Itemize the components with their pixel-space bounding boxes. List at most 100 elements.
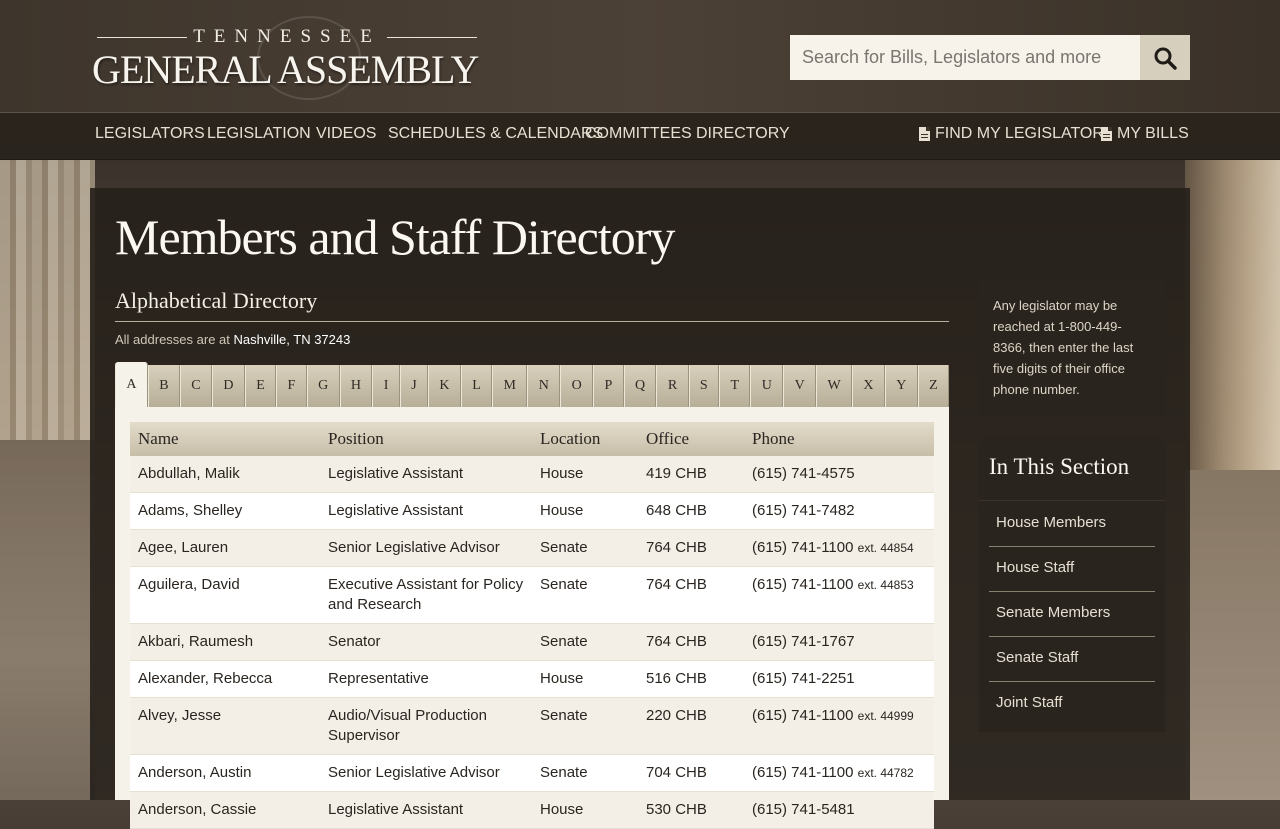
cell-phone: (615) 741-2251 xyxy=(744,660,934,698)
table-header-row: Name Position Location Office Phone xyxy=(130,422,934,456)
letter-tab-l[interactable]: L xyxy=(460,365,493,407)
letter-tab-v[interactable]: V xyxy=(783,365,817,407)
nav-find-my-legislator-label: FIND MY LEGISLATOR xyxy=(935,125,1104,142)
cell-phone: (615) 741-5481 xyxy=(744,791,934,829)
cell-position: Senator xyxy=(320,623,532,661)
nav-legislation[interactable]: LEGISLATION xyxy=(207,125,311,143)
cell-location: Senate xyxy=(532,697,638,755)
letter-tab-x[interactable]: X xyxy=(852,365,885,407)
letter-tab-c[interactable]: C xyxy=(179,365,213,407)
search-bar xyxy=(790,35,1190,80)
letter-tab-y[interactable]: Y xyxy=(884,365,918,407)
letter-tab-z[interactable]: Z xyxy=(917,365,950,407)
phone-number: (615) 741-1100 xyxy=(752,707,854,724)
phone-number: (615) 741-7482 xyxy=(752,502,855,519)
letter-tab-i[interactable]: I xyxy=(372,365,400,407)
cell-location: House xyxy=(532,791,638,829)
letter-tab-p[interactable]: P xyxy=(593,365,624,407)
letter-tab-o[interactable]: O xyxy=(560,365,594,407)
section-link-joint-staff[interactable]: Joint Staff xyxy=(989,682,1155,727)
cell-position: Legislative Assistant xyxy=(320,492,532,530)
phone-number: (615) 741-1100 xyxy=(752,764,854,781)
letter-tab-u[interactable]: U xyxy=(750,365,784,407)
letter-tabs: ABCDEFGHIJKLMNOPQRSTUVWXYZ xyxy=(115,362,950,407)
table-row: Agee, Lauren Senior Legislative Advisor Se… xyxy=(130,529,934,567)
search-icon xyxy=(1154,47,1177,70)
column-header-location[interactable]: Location xyxy=(532,422,638,456)
cell-name: Anderson, Cassie xyxy=(130,791,320,829)
nav-find-my-legislator[interactable]: FIND MY LEGISLATOR xyxy=(919,125,1104,143)
column-header-name[interactable]: Name xyxy=(130,422,320,456)
cell-office: 764 CHB xyxy=(638,566,744,624)
letter-tab-a[interactable]: A xyxy=(115,362,148,407)
section-nav: In This Section House Members House Staf… xyxy=(979,436,1165,732)
nav-legislators[interactable]: LEGISLATORS xyxy=(95,125,205,143)
search-input[interactable] xyxy=(790,35,1140,80)
column-header-position[interactable]: Position xyxy=(320,422,532,456)
letter-tab-f[interactable]: F xyxy=(276,365,307,407)
letter-tab-k[interactable]: K xyxy=(428,365,461,407)
letter-tab-d[interactable]: D xyxy=(212,365,245,407)
address-prefix: All addresses are at xyxy=(115,332,234,347)
cell-location: Senate xyxy=(532,754,638,792)
section-link-house-staff[interactable]: House Staff xyxy=(989,547,1155,592)
letter-tab-r[interactable]: R xyxy=(656,365,689,407)
page-title: Members and Staff Directory xyxy=(115,209,675,265)
letter-tab-w[interactable]: W xyxy=(816,365,853,407)
section-link-house-members[interactable]: House Members xyxy=(989,502,1155,547)
cell-name: Abdullah, Malik xyxy=(130,456,320,493)
table-row: Anderson, Austin Senior Legislative Advis… xyxy=(130,754,934,792)
nav-videos[interactable]: VIDEOS xyxy=(316,125,376,143)
cell-position: Legislative Assistant xyxy=(320,456,532,493)
toll-free-note: Any legislator may be reached at 1-800-4… xyxy=(979,281,1165,415)
nav-schedules-calendars[interactable]: SCHEDULES & CALENDARS xyxy=(388,125,603,143)
address-note: All addresses are at Nashville, TN 37243 xyxy=(115,332,350,347)
letter-tab-h[interactable]: H xyxy=(339,365,373,407)
cell-phone: (615) 741-1100 ext. 44999 xyxy=(744,697,934,755)
cell-office: 648 CHB xyxy=(638,492,744,530)
letter-tab-j[interactable]: J xyxy=(399,365,429,407)
section-link-senate-staff[interactable]: Senate Staff xyxy=(989,637,1155,682)
cell-office: 516 CHB xyxy=(638,660,744,698)
column-header-office[interactable]: Office xyxy=(638,422,744,456)
letter-tab-m[interactable]: M xyxy=(492,365,528,407)
directory-panel: Name Position Location Office Phone Abdu… xyxy=(115,407,949,829)
section-link-senate-members[interactable]: Senate Members xyxy=(989,592,1155,637)
phone-number: (615) 741-1767 xyxy=(752,633,855,650)
cell-name: Adams, Shelley xyxy=(130,492,320,530)
table-row: Abdullah, Malik Legislative Assistant Hous… xyxy=(130,456,934,493)
nav-directory[interactable]: DIRECTORY xyxy=(696,125,790,143)
phone-number: (615) 741-1100 xyxy=(752,539,854,556)
letter-tab-t[interactable]: T xyxy=(719,365,751,407)
cell-office: 220 CHB xyxy=(638,697,744,755)
letter-tab-n[interactable]: N xyxy=(527,365,561,407)
cell-name: Agee, Lauren xyxy=(130,529,320,567)
letter-tab-b[interactable]: B xyxy=(147,365,180,407)
phone-number: (615) 741-1100 xyxy=(752,576,854,593)
letter-tab-q[interactable]: Q xyxy=(623,365,657,407)
column-header-phone[interactable]: Phone xyxy=(744,422,934,456)
cell-office: 419 CHB xyxy=(638,456,744,493)
background-columns-left xyxy=(0,160,95,800)
letter-tab-s[interactable]: S xyxy=(688,365,720,407)
search-button[interactable] xyxy=(1140,35,1190,80)
table-row: Alexander, Rebecca Representative House 516… xyxy=(130,660,934,698)
letter-tab-e[interactable]: E xyxy=(244,365,277,407)
cell-phone: (615) 741-4575 xyxy=(744,456,934,493)
nav-my-bills[interactable]: MY BILLS xyxy=(1101,125,1189,143)
cell-name: Anderson, Austin xyxy=(130,754,320,792)
nav-committees[interactable]: COMMITTEES xyxy=(585,125,692,143)
letter-tab-g[interactable]: G xyxy=(306,365,340,407)
directory-table: Name Position Location Office Phone Abdu… xyxy=(130,422,934,829)
site-logo[interactable]: TENNESSEE GENERAL ASSEMBLY xyxy=(92,16,482,100)
cell-office: 704 CHB xyxy=(638,754,744,792)
cell-phone: (615) 741-1100 ext. 44853 xyxy=(744,566,934,624)
cell-position: Representative xyxy=(320,660,532,698)
address-city: Nashville, TN 37243 xyxy=(233,332,351,347)
cell-location: Senate xyxy=(532,529,638,567)
cell-office: 764 CHB xyxy=(638,623,744,661)
table-row: Aguilera, David Executive Assistant for P… xyxy=(130,566,934,624)
phone-number: (615) 741-5481 xyxy=(752,801,855,818)
cell-phone: (615) 741-1100 ext. 44854 xyxy=(744,529,934,567)
phone-extension: ext. 44999 xyxy=(857,709,914,723)
